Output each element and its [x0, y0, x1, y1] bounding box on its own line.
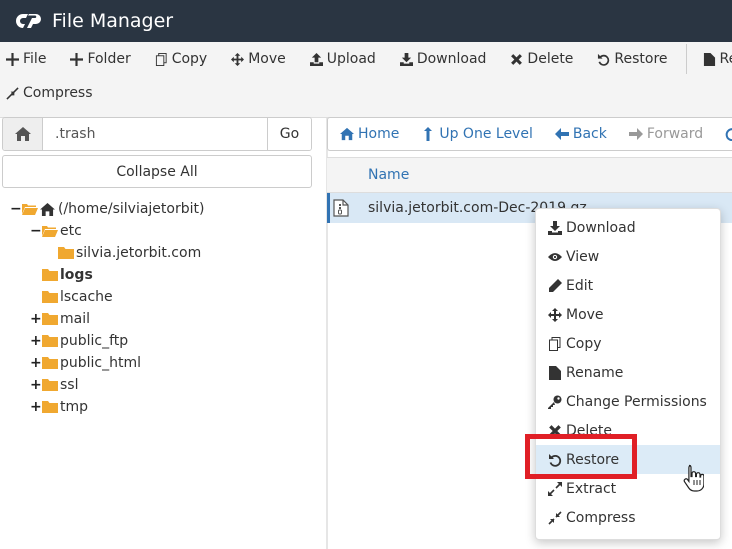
move-icon: [548, 307, 562, 322]
menu-item-view[interactable]: View: [536, 242, 720, 271]
plus-icon: [70, 52, 84, 66]
move-icon: [231, 52, 245, 66]
home-path-button[interactable]: [3, 118, 43, 150]
folder-icon: [42, 379, 58, 391]
tree-item-silvia-jetorbit-com[interactable]: silvia.jetorbit.com: [58, 242, 201, 264]
folder-icon: [58, 247, 74, 259]
rename-button[interactable]: Ren: [697, 51, 732, 67]
folder-icon: [42, 401, 58, 413]
tree-item-lscache[interactable]: lscache: [42, 286, 113, 308]
undo-icon: [549, 453, 562, 467]
tree-item-mail[interactable]: + mail: [30, 308, 90, 330]
hand-cursor-icon: [683, 464, 704, 492]
collapse-toggle[interactable]: −: [10, 201, 22, 217]
folder-icon: [42, 357, 58, 369]
collapse-all-button[interactable]: Collapse All: [2, 155, 312, 188]
key-icon: [548, 395, 562, 409]
download-button[interactable]: Download: [394, 51, 493, 67]
up-one-level-button[interactable]: Up One Level: [421, 126, 533, 142]
menu-item-edit[interactable]: Edit: [536, 271, 720, 300]
close-icon: [549, 424, 561, 437]
menu-item-compress[interactable]: Compress: [536, 503, 720, 532]
arrow-left-icon: [554, 128, 569, 140]
archive-file-icon: [333, 199, 349, 217]
folder-open-icon: [22, 204, 38, 215]
tree-item-public-ftp[interactable]: + public_ftp: [30, 330, 128, 352]
copy-icon: [549, 336, 561, 351]
file-icon: [703, 52, 715, 66]
back-button[interactable]: Back: [554, 126, 607, 142]
folder-icon: [42, 335, 58, 347]
delete-button[interactable]: Delete: [504, 51, 579, 67]
path-bar: Go: [2, 117, 312, 151]
upload-icon: [309, 52, 323, 66]
tree-item-logs[interactable]: logs: [42, 264, 93, 286]
go-button[interactable]: Go: [267, 118, 311, 150]
home-nav-button[interactable]: Home: [340, 126, 399, 142]
expand-toggle[interactable]: +: [30, 333, 42, 349]
copy-button[interactable]: Copy: [149, 51, 214, 67]
home-icon: [14, 127, 31, 141]
tree-item-public-html[interactable]: + public_html: [30, 352, 141, 374]
pencil-icon: [549, 278, 562, 292]
expand-toggle[interactable]: +: [30, 399, 42, 415]
path-input[interactable]: [43, 118, 267, 150]
expand-toggle[interactable]: +: [30, 377, 42, 393]
eye-icon: [548, 252, 562, 261]
expand-toggle[interactable]: +: [30, 355, 42, 371]
restore-button[interactable]: Restore: [591, 51, 673, 67]
app-title: File Manager: [52, 10, 174, 32]
level-up-icon: [424, 127, 433, 141]
reload-icon: [725, 128, 732, 141]
reload-button[interactable]: [725, 127, 732, 141]
download-icon: [399, 52, 413, 66]
menu-item-change-permissions[interactable]: Change Permissions: [536, 387, 720, 416]
compress-icon: [6, 86, 19, 100]
folder-icon: [42, 269, 58, 281]
arrow-right-icon: [628, 128, 643, 140]
move-button[interactable]: Move: [225, 51, 292, 67]
tree-item-etc[interactable]: − etc: [30, 220, 82, 242]
undo-icon: [598, 53, 610, 66]
plus-icon: [6, 52, 19, 66]
toolbar: File Folder Copy Move Upload Download De…: [0, 42, 732, 118]
menu-item-delete[interactable]: Delete: [536, 416, 720, 445]
upload-button[interactable]: Upload: [304, 51, 382, 67]
expand-toggle[interactable]: +: [30, 311, 42, 327]
menu-item-download[interactable]: Download: [536, 213, 720, 242]
menu-item-rename[interactable]: Rename: [536, 358, 720, 387]
tree-item-root[interactable]: − (/home/silviajetorbit): [10, 198, 204, 220]
column-header-name[interactable]: Name: [327, 157, 732, 193]
menu-item-copy[interactable]: Copy: [536, 329, 720, 358]
copy-icon: [155, 52, 167, 66]
folder-open-icon: [42, 226, 58, 237]
new-folder-button[interactable]: Folder: [64, 51, 136, 67]
app-header: File Manager: [0, 0, 732, 42]
navigation-bar: Home Up One Level Back Forward: [327, 117, 732, 151]
tree-item-ssl[interactable]: + ssl: [30, 374, 78, 396]
file-icon: [549, 365, 561, 380]
menu-item-move[interactable]: Move: [536, 300, 720, 329]
folder-icon: [42, 313, 58, 325]
folder-icon: [42, 291, 58, 303]
toolbar-divider: [685, 44, 687, 74]
new-file-button[interactable]: File: [0, 51, 52, 67]
collapse-toggle[interactable]: −: [30, 223, 42, 239]
home-icon: [40, 202, 55, 216]
compress-icon: [548, 510, 562, 525]
home-icon: [340, 127, 354, 141]
download-icon: [548, 220, 562, 235]
forward-button[interactable]: Forward: [628, 126, 703, 142]
cpanel-logo: [12, 10, 46, 32]
compress-button[interactable]: Compress: [0, 85, 99, 101]
expand-icon: [548, 481, 562, 496]
close-icon: [511, 53, 523, 65]
tree-item-tmp[interactable]: + tmp: [30, 396, 88, 418]
